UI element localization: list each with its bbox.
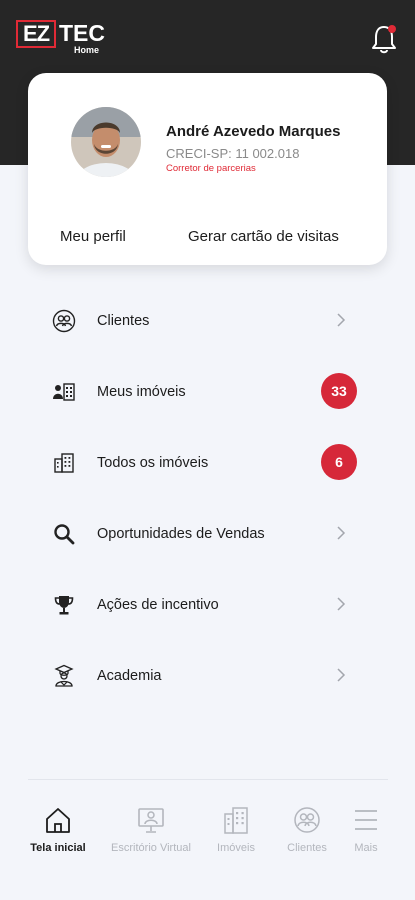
profile-creci: CRECI-SP: 11 002.018: [166, 146, 300, 161]
logo-home: Home: [74, 45, 100, 55]
tab-escritorio-virtual[interactable]: Escritório Virtual: [104, 795, 198, 865]
chevron-right-icon: [337, 668, 346, 682]
building-icon: [224, 807, 248, 834]
logo-ez: EZ: [16, 20, 56, 48]
count-badge: 33: [321, 373, 357, 409]
profile-card: André Azevedo Marques CRECI-SP: 11 002.0…: [28, 73, 387, 265]
menu-item-label: Todos os imóveis: [97, 455, 209, 471]
people-icon: [294, 807, 320, 833]
monitor-user-icon: [138, 808, 164, 833]
logo-tec: TEC: [59, 20, 105, 46]
tab-clientes[interactable]: Clientes: [276, 795, 338, 865]
bottom-tabbar: Tela inicial Escritório Virtual Imóveis: [0, 795, 415, 875]
tab-label: Clientes: [287, 842, 327, 854]
tab-mais[interactable]: Mais: [344, 795, 388, 865]
menu-item-oportunidades[interactable]: Oportunidades de Vendas: [0, 498, 415, 568]
eztec-logo: EZ TEC Home: [16, 18, 106, 55]
tab-label: Imóveis: [217, 842, 255, 854]
notification-dot: [388, 25, 396, 33]
trophy-icon: [54, 596, 74, 615]
tab-label: Tela inicial: [30, 842, 86, 854]
buildings-icon: [54, 453, 74, 473]
user-building-icon: [53, 383, 75, 401]
tabbar-divider: [28, 779, 388, 780]
profile-role: Corretor de parcerias: [166, 163, 256, 174]
generate-business-card-link[interactable]: Gerar cartão de visitas: [188, 228, 339, 245]
tab-label: Mais: [354, 842, 378, 854]
menu-item-academia[interactable]: Academia: [0, 640, 415, 710]
graduation-icon: [54, 664, 74, 687]
menu-item-label: Oportunidades de Vendas: [97, 526, 265, 542]
chevron-right-icon: [337, 526, 346, 540]
search-icon: [54, 524, 75, 545]
menu-item-label: Ações de incentivo: [97, 597, 219, 613]
menu-item-label: Meus imóveis: [97, 384, 186, 400]
chevron-right-icon: [337, 597, 346, 611]
tab-tela-inicial[interactable]: Tela inicial: [16, 795, 100, 865]
menu-item-todos-imoveis[interactable]: Todos os imóveis 6: [0, 427, 415, 497]
menu-item-label: Academia: [97, 668, 162, 684]
home-icon: [46, 808, 70, 833]
count-badge: 6: [321, 444, 357, 480]
tab-label: Escritório Virtual: [111, 842, 191, 854]
profile-name: André Azevedo Marques: [166, 123, 341, 140]
menu-item-meus-imoveis[interactable]: Meus imóveis 33: [0, 356, 415, 426]
menu-icon: [355, 810, 377, 830]
people-icon: [52, 309, 76, 333]
my-profile-link[interactable]: Meu perfil: [60, 228, 126, 245]
menu-item-acoes-incentivo[interactable]: Ações de incentivo: [0, 569, 415, 639]
avatar[interactable]: [71, 107, 141, 177]
tab-imoveis[interactable]: Imóveis: [204, 795, 268, 865]
menu-item-label: Clientes: [97, 313, 150, 329]
menu-item-clientes[interactable]: Clientes: [0, 285, 415, 355]
chevron-right-icon: [337, 313, 346, 327]
